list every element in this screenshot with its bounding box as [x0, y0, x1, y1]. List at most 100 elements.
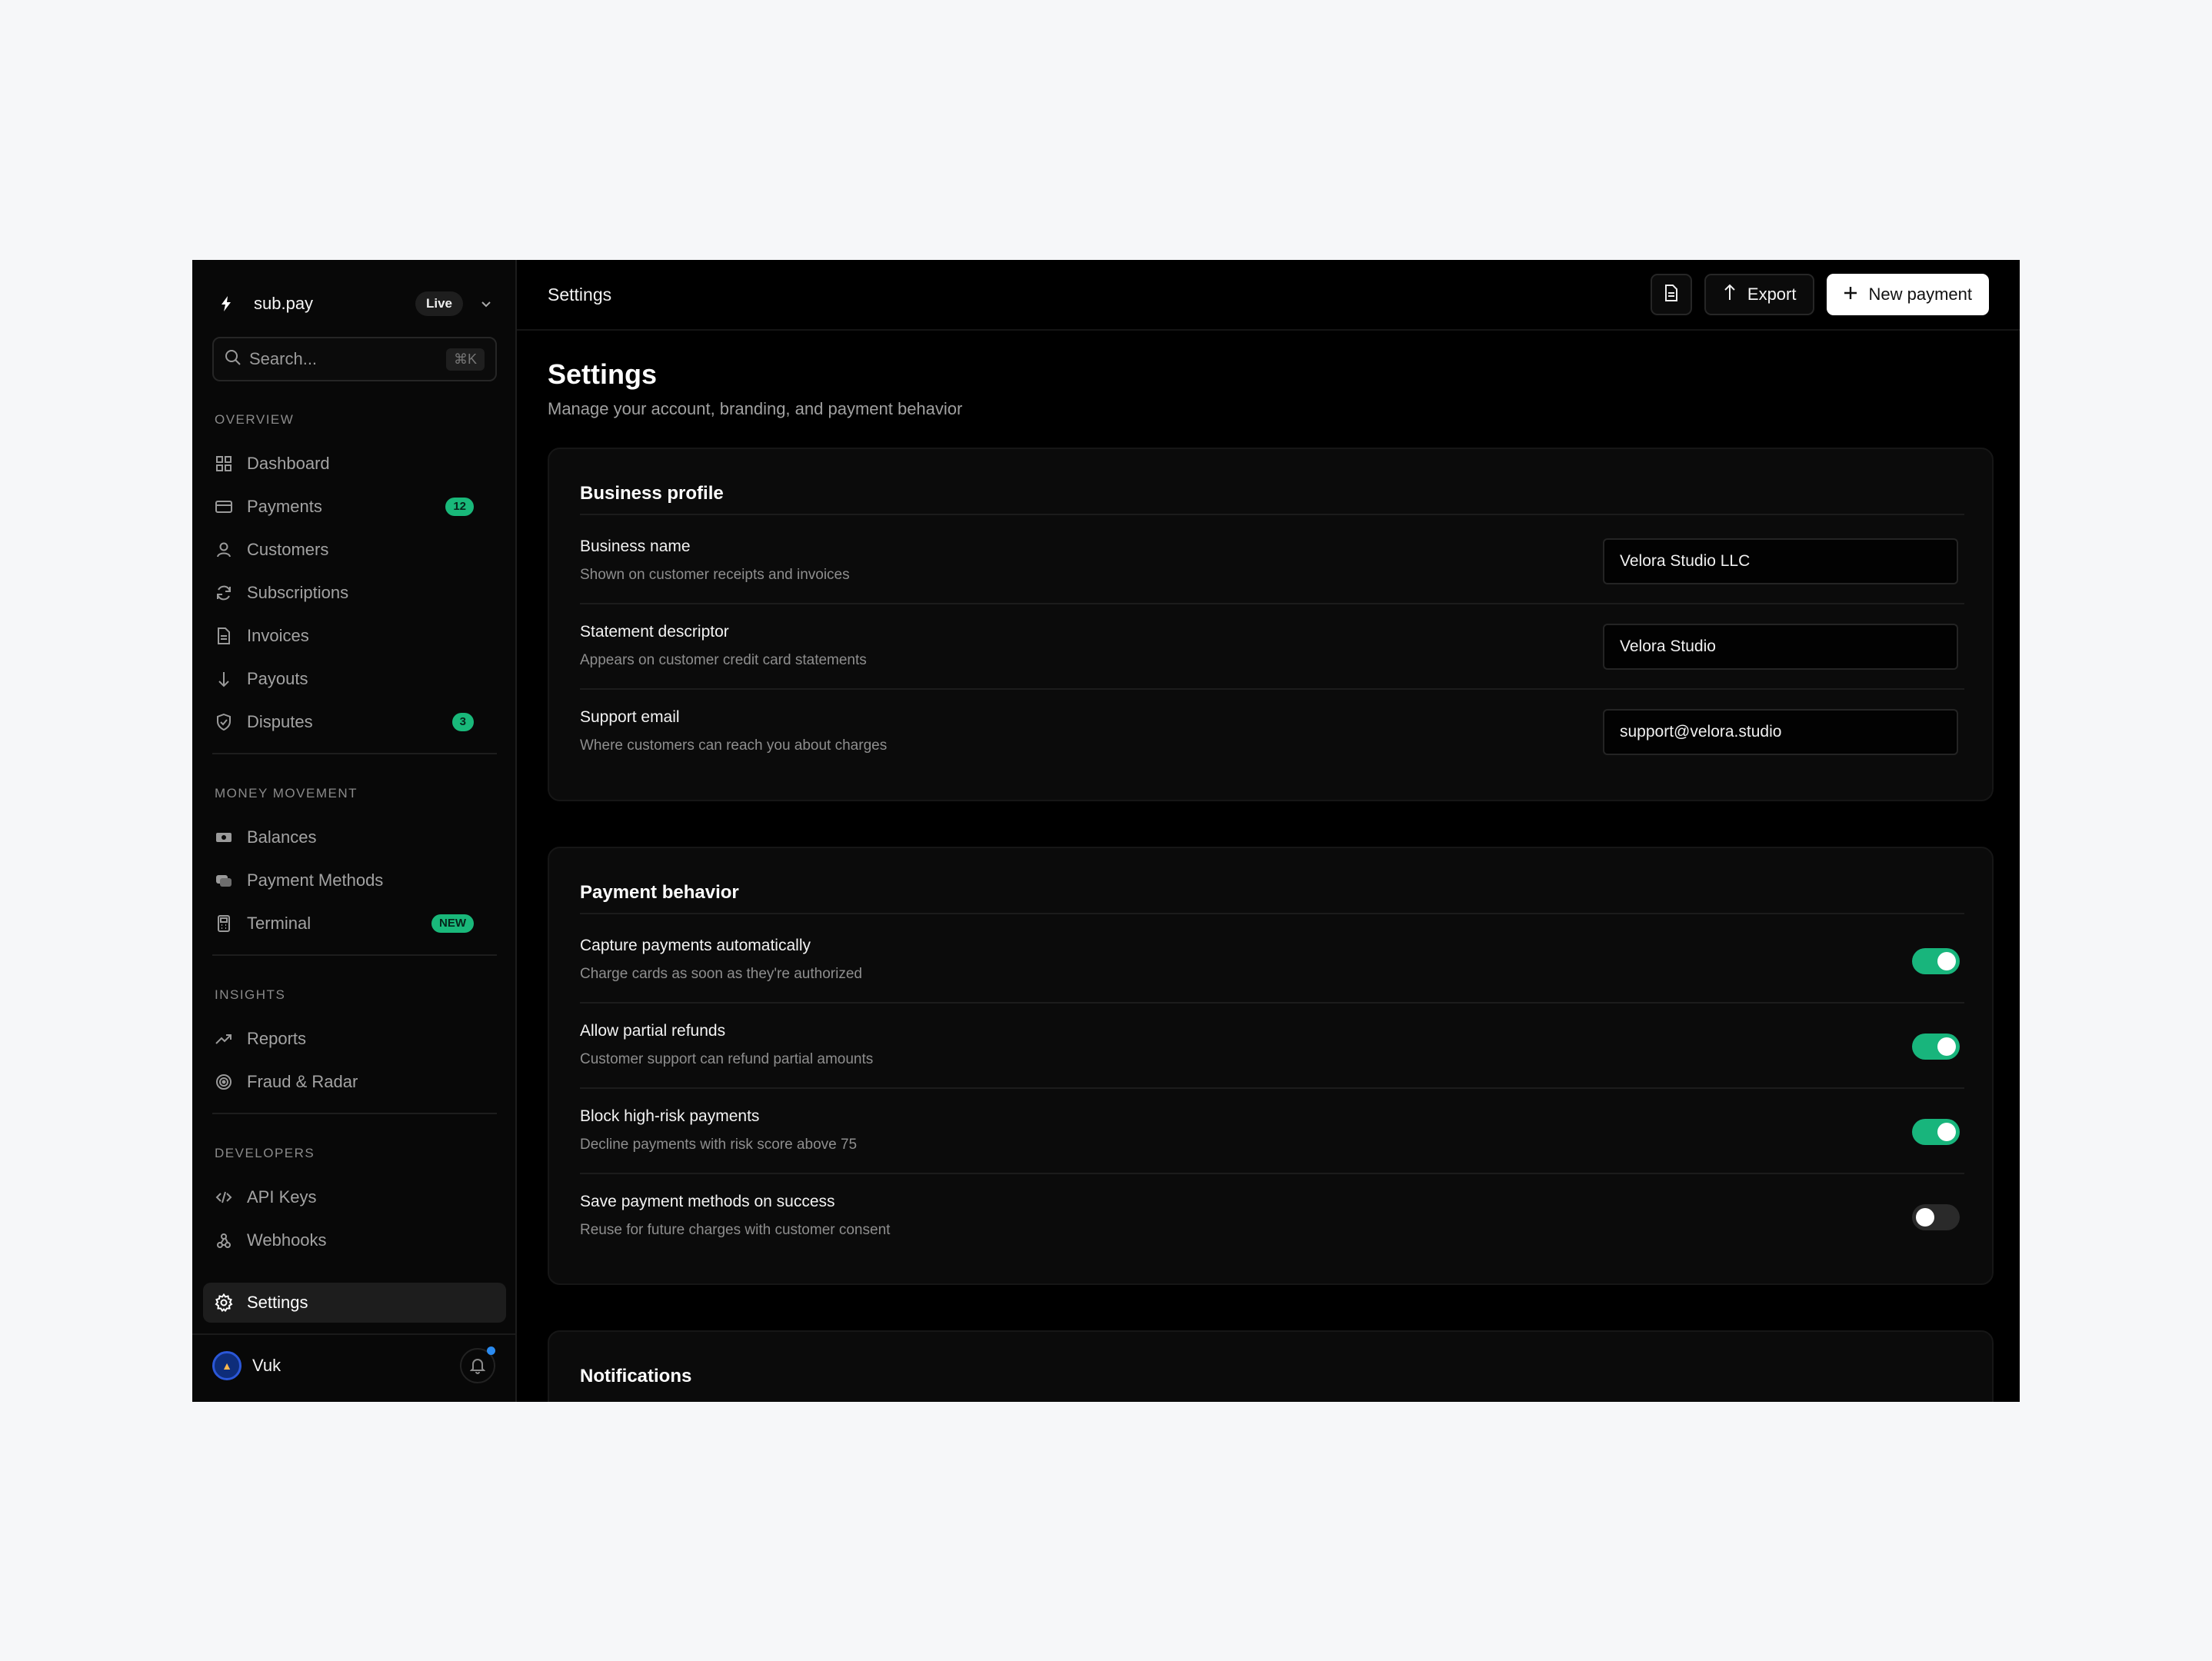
grid-icon	[214, 454, 234, 474]
sidebar-item-payment-methods[interactable]: Payment Methods	[212, 860, 497, 900]
new-badge: NEW	[431, 914, 474, 933]
brand-name: sub.pay	[254, 294, 314, 313]
sidebar-item-payments[interactable]: Payments 12	[212, 487, 497, 527]
brand-switcher[interactable]: sub.pay Live	[214, 280, 495, 328]
sidebar-divider	[212, 753, 497, 754]
sidebar-item-label: Payouts	[247, 669, 308, 688]
sidebar-item-label: API Keys	[247, 1187, 317, 1207]
sidebar-item-disputes[interactable]: Disputes 3	[212, 702, 497, 742]
partial-refunds-toggle[interactable]	[1912, 1034, 1960, 1060]
sidebar-item-dashboard[interactable]: Dashboard	[212, 444, 497, 484]
arrow-up-icon	[1723, 284, 1737, 305]
business-name-field[interactable]: Velora Studio LLC	[1603, 538, 1958, 584]
row-description: Shown on customer receipts and invoices	[580, 567, 850, 583]
count-badge: 12	[445, 498, 474, 516]
search-input[interactable]: Search... ⌘K	[212, 337, 497, 381]
sidebar-item-label: Payments	[247, 497, 322, 516]
count-badge: 3	[451, 713, 474, 731]
row-divider	[580, 1173, 1964, 1174]
mode-badge: Live	[415, 291, 463, 316]
row-description: Appears on customer credit card statemen…	[580, 652, 867, 668]
toggle-knob	[1916, 1208, 1934, 1227]
card-divider	[580, 913, 1964, 914]
cash-icon	[214, 827, 234, 847]
arrow-down-icon	[214, 669, 234, 689]
sidebar-item-payouts[interactable]: Payouts	[212, 659, 497, 699]
topbar: Settings Export New payment	[517, 260, 2020, 331]
export-button[interactable]: Export	[1704, 274, 1815, 315]
sidebar-item-fraud-radar[interactable]: Fraud & Radar	[212, 1062, 497, 1102]
sidebar-item-settings[interactable]: Settings	[203, 1283, 506, 1323]
top-actions: Export New payment	[1650, 274, 1989, 315]
row-title: Save payment methods on success	[580, 1193, 835, 1210]
business-profile-card: Business profile Business name Shown on …	[548, 448, 1994, 801]
row-description: Customer support can refund partial amou…	[580, 1051, 874, 1067]
sidebar-item-reports[interactable]: Reports	[212, 1019, 497, 1059]
sidebar-item-customers[interactable]: Customers	[212, 530, 497, 570]
row-title: Capture payments automatically	[580, 937, 811, 954]
sidebar-divider	[192, 1333, 515, 1335]
sidebar-item-balances[interactable]: Balances	[212, 817, 497, 857]
sidebar-divider	[212, 954, 497, 956]
sidebar-item-label: Dashboard	[247, 454, 330, 473]
sidebar-divider	[212, 1113, 497, 1114]
shield-icon	[214, 712, 234, 732]
sidebar-item-label: Reports	[247, 1029, 307, 1048]
payment-behavior-card: Payment behavior Capture payments automa…	[548, 847, 1994, 1285]
sidebar-item-label: Payment Methods	[247, 870, 384, 890]
chevron-down-icon[interactable]	[477, 295, 495, 313]
sidebar-item-label: Customers	[247, 540, 329, 559]
notifications-card: Notifications	[548, 1330, 1994, 1402]
document-icon	[214, 626, 234, 646]
sidebar-item-webhooks[interactable]: Webhooks	[212, 1220, 497, 1260]
statement-descriptor-field[interactable]: Velora Studio	[1603, 624, 1958, 670]
row-title: Support email	[580, 708, 680, 726]
row-title: Statement descriptor	[580, 623, 729, 641]
row-description: Where customers can reach you about char…	[580, 737, 888, 754]
document-button[interactable]	[1650, 274, 1692, 315]
notification-dot	[487, 1346, 495, 1355]
toggle-knob	[1937, 1123, 1956, 1141]
row-description: Reuse for future charges with customer c…	[580, 1222, 891, 1238]
new-payment-label: New payment	[1868, 285, 1972, 304]
card-title: Payment behavior	[580, 882, 739, 903]
webhook-icon	[214, 1230, 234, 1250]
row-description: Charge cards as soon as they're authoriz…	[580, 966, 862, 982]
row-title: Business name	[580, 538, 691, 555]
block-high-risk-toggle[interactable]	[1912, 1119, 1960, 1145]
sidebar-item-invoices[interactable]: Invoices	[212, 616, 497, 656]
section-label-developers: DEVELOPERS	[215, 1146, 315, 1160]
sidebar-item-terminal[interactable]: Terminal NEW	[212, 904, 497, 944]
page-title: Settings	[548, 358, 658, 390]
user-icon	[214, 540, 234, 560]
row-divider	[580, 688, 1964, 690]
row-title: Allow partial refunds	[580, 1022, 726, 1040]
support-email-field[interactable]: support@velora.studio	[1603, 709, 1958, 755]
sidebar: sub.pay Live Search... ⌘K OVERVIEW Dashb…	[192, 260, 517, 1402]
refresh-icon	[214, 583, 234, 603]
save-payment-methods-toggle[interactable]	[1912, 1204, 1960, 1230]
user-profile[interactable]: ▲ Vuk	[212, 1344, 497, 1387]
toggle-knob	[1937, 1037, 1956, 1056]
capture-automatically-toggle[interactable]	[1912, 948, 1960, 974]
bell-icon[interactable]	[460, 1346, 495, 1383]
sidebar-item-label: Settings	[247, 1293, 308, 1312]
gear-icon	[214, 1293, 234, 1313]
row-description: Decline payments with risk score above 7…	[580, 1137, 858, 1153]
card-divider	[580, 514, 1964, 515]
user-name: Vuk	[252, 1356, 281, 1375]
plus-icon	[1844, 285, 1857, 305]
row-divider	[580, 1002, 1964, 1004]
document-icon	[1664, 284, 1678, 305]
section-label-money-movement: MONEY MOVEMENT	[215, 786, 358, 801]
search-shortcut: ⌘K	[445, 348, 485, 371]
card-icon	[214, 497, 234, 517]
sidebar-item-label: Balances	[247, 827, 317, 847]
new-payment-button[interactable]: New payment	[1827, 274, 1989, 315]
sidebar-item-api-keys[interactable]: API Keys	[212, 1177, 497, 1217]
terminal-icon	[214, 914, 234, 934]
sidebar-item-subscriptions[interactable]: Subscriptions	[212, 573, 497, 613]
main-content: Settings Export New payment Settings Man…	[517, 260, 2020, 1402]
cards-icon	[214, 870, 234, 890]
app-window: sub.pay Live Search... ⌘K OVERVIEW Dashb…	[192, 260, 2020, 1402]
